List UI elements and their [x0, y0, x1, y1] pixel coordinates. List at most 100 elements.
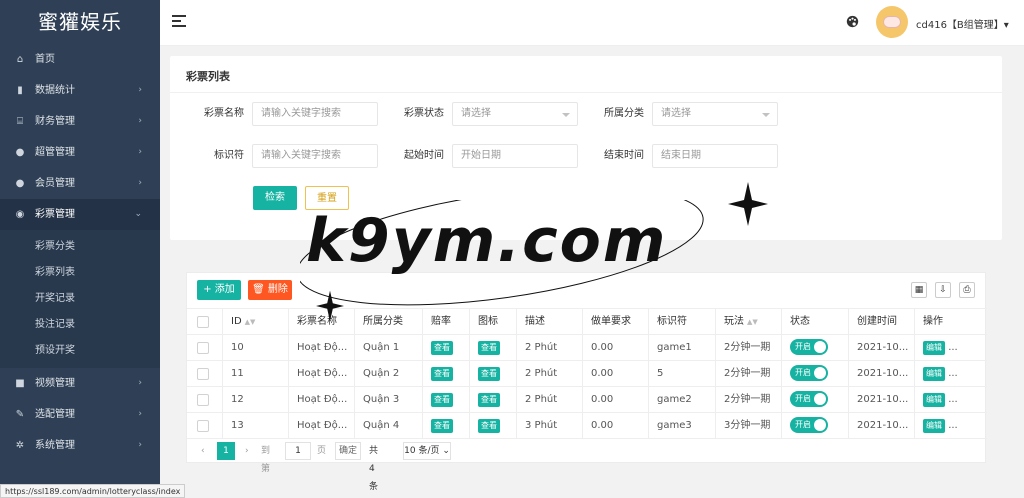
row-checkbox[interactable]: [197, 368, 209, 380]
sidebar-item-video[interactable]: ■ 视频管理 ›: [0, 368, 160, 399]
edit-button[interactable]: 编辑: [923, 341, 945, 355]
search-button[interactable]: 检索: [253, 186, 297, 210]
select-all-checkbox[interactable]: [197, 316, 209, 328]
sidebar-item-lottery[interactable]: ◉ 彩票管理 ⌄: [0, 199, 160, 230]
palette-icon[interactable]: [846, 15, 859, 32]
start-date-input[interactable]: 开始日期: [452, 144, 578, 168]
sidebar-item-members[interactable]: ● 会员管理 ›: [0, 168, 160, 199]
row-checkbox[interactable]: [197, 420, 209, 432]
status-bar-url: https://ssl189.com/admin/lotteryclass/in…: [0, 484, 186, 498]
more-actions[interactable]: ...: [948, 342, 958, 353]
header-icon: 图标: [470, 309, 517, 335]
sidebar-item-label: 彩票管理: [35, 209, 75, 220]
view-odds-button[interactable]: 查看: [431, 419, 453, 433]
avatar[interactable]: [876, 6, 908, 38]
lottery-table: ID ▲▼ 彩票名称 所属分类 赔率 图标 描述 做单要求 标识符 玩法 ▲▼ 状态…: [187, 308, 987, 439]
view-icon-button[interactable]: 查看: [478, 393, 500, 407]
goto-label: 到第: [261, 446, 271, 474]
sort-icon[interactable]: ▲▼: [245, 318, 256, 326]
sidebar-item-label: 财务管理: [35, 116, 75, 127]
view-odds-button[interactable]: 查看: [431, 367, 453, 381]
goto-confirm-button[interactable]: 确定: [335, 442, 361, 460]
submenu-item-lottery-category[interactable]: 彩票分类: [0, 234, 160, 260]
columns-icon[interactable]: ▦: [911, 282, 927, 298]
sidebar-item-home[interactable]: ⌂ 首页: [0, 44, 160, 75]
page-button-current[interactable]: 1: [217, 442, 235, 460]
bank-icon: ⌸: [17, 116, 23, 127]
cell-description: 2 Phút: [517, 361, 583, 387]
caret-down-icon: [562, 113, 570, 117]
sidebar-item-label: 会员管理: [35, 178, 75, 189]
add-button[interactable]: + 添加: [197, 280, 241, 300]
header-play[interactable]: 玩法 ▲▼: [716, 309, 782, 335]
view-icon-button[interactable]: 查看: [478, 341, 500, 355]
top-bar: cd416【B组管理】▾: [160, 0, 1024, 46]
export-icon[interactable]: ⇩: [935, 282, 951, 298]
view-odds-button[interactable]: 查看: [431, 393, 453, 407]
chevron-right-icon: ›: [138, 85, 142, 95]
category-select-value: 请选择: [661, 108, 691, 119]
sidebar-item-statistics[interactable]: ▮ 数据统计 ›: [0, 75, 160, 106]
delete-button[interactable]: 🗑 删除: [248, 280, 292, 300]
submenu-item-preset-draw[interactable]: 预设开奖: [0, 338, 160, 364]
row-checkbox[interactable]: [197, 394, 209, 406]
submenu-item-bet-records[interactable]: 投注记录: [0, 312, 160, 338]
status-toggle[interactable]: 开启: [790, 365, 828, 381]
cell-category: Quận 3: [355, 387, 423, 413]
lottery-name-input[interactable]: 请输入关键字搜索: [252, 102, 378, 126]
sidebar-item-finance[interactable]: ⌸ 财务管理 ›: [0, 106, 160, 137]
cell-created: 2021-10...: [849, 361, 915, 387]
sidebar-item-label: 系统管理: [35, 440, 75, 451]
start-time-label: 起始时间: [404, 150, 444, 161]
cell-code: game3: [649, 413, 716, 439]
sidebar-item-config[interactable]: ✎ 选配管理 ›: [0, 399, 160, 430]
goto-page-input[interactable]: 1: [285, 442, 311, 460]
more-actions[interactable]: ...: [948, 394, 958, 405]
sidebar: 蜜獾娱乐 ⌂ 首页 ▮ 数据统计 › ⌸ 财务管理 › ● 超管管理 › ● 会…: [0, 0, 160, 498]
edit-button[interactable]: 编辑: [923, 367, 945, 381]
cell-code: 5: [649, 361, 716, 387]
page-title: 彩票列表: [186, 70, 230, 83]
row-checkbox[interactable]: [197, 342, 209, 354]
status-toggle[interactable]: 开启: [790, 339, 828, 355]
more-actions[interactable]: ...: [948, 420, 958, 431]
sidebar-item-super-admin[interactable]: ● 超管管理 ›: [0, 137, 160, 168]
status-toggle[interactable]: 开启: [790, 391, 828, 407]
code-label: 标识符: [214, 150, 244, 161]
menu-toggle-icon[interactable]: [172, 15, 186, 27]
category-select[interactable]: 请选择: [652, 102, 778, 126]
cell-requirement: 0.00: [583, 361, 649, 387]
chevron-right-icon: ›: [138, 440, 142, 450]
table-row: 13 Hoạt Độ... Quận 4 查看 查看 3 Phút 0.00 g…: [187, 413, 987, 439]
status-select[interactable]: 请选择: [452, 102, 578, 126]
header-id[interactable]: ID ▲▼: [223, 309, 289, 335]
prev-page-icon[interactable]: ‹: [201, 442, 205, 460]
cell-description: 2 Phút: [517, 335, 583, 361]
submenu-item-draw-records[interactable]: 开奖记录: [0, 286, 160, 312]
header-code: 标识符: [649, 309, 716, 335]
edit-button[interactable]: 编辑: [923, 419, 945, 433]
cell-created: 2021-10...: [849, 413, 915, 439]
cell-requirement: 0.00: [583, 413, 649, 439]
cell-requirement: 0.00: [583, 387, 649, 413]
view-odds-button[interactable]: 查看: [431, 341, 453, 355]
user-menu[interactable]: cd416【B组管理】▾: [916, 16, 1009, 31]
end-date-input[interactable]: 结束日期: [652, 144, 778, 168]
cell-code: game1: [649, 335, 716, 361]
next-page-icon[interactable]: ›: [245, 442, 249, 460]
sidebar-item-system[interactable]: ✲ 系统管理 ›: [0, 430, 160, 461]
print-icon[interactable]: ⎙: [959, 282, 975, 298]
edit-button[interactable]: 编辑: [923, 393, 945, 407]
sort-icon[interactable]: ▲▼: [747, 318, 758, 326]
cell-play: 2分钟一期: [716, 361, 782, 387]
more-actions[interactable]: ...: [948, 368, 958, 379]
per-page-select[interactable]: 10 条/页 ⌄: [403, 442, 451, 460]
code-input[interactable]: 请输入关键字搜索: [252, 144, 378, 168]
sparkle-icon: [728, 182, 768, 226]
table-row: 10 Hoạt Độ... Quận 1 查看 查看 2 Phút 0.00 g…: [187, 335, 987, 361]
view-icon-button[interactable]: 查看: [478, 367, 500, 381]
status-toggle[interactable]: 开启: [790, 417, 828, 433]
view-icon-button[interactable]: 查看: [478, 419, 500, 433]
submenu-item-lottery-list[interactable]: 彩票列表: [0, 260, 160, 286]
cell-category: Quận 1: [355, 335, 423, 361]
